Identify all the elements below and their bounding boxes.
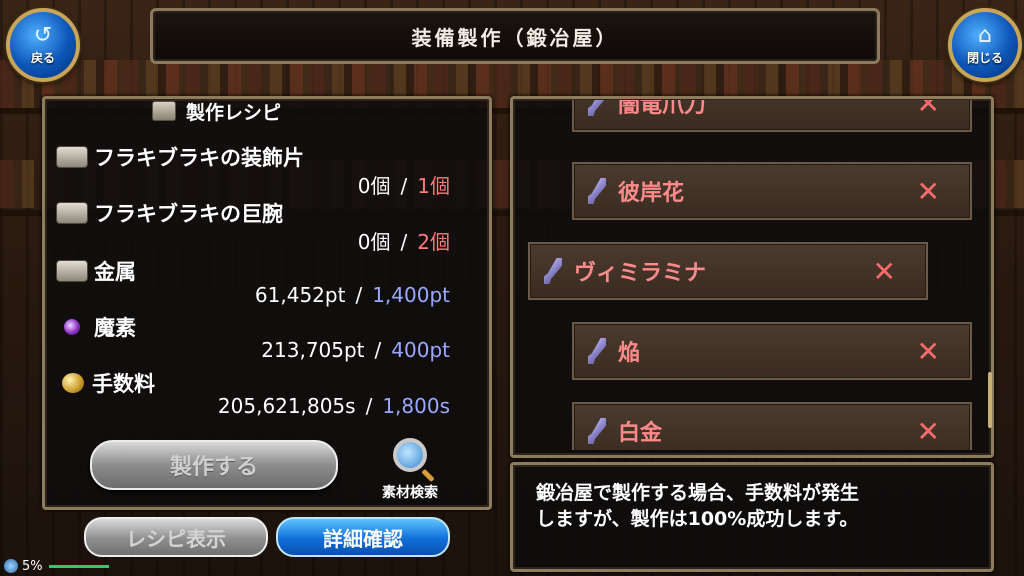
material-label: 魔素 [94,316,136,340]
item-name: 焔 [618,341,641,366]
orb-icon [64,319,80,335]
battery-icon [4,559,18,573]
back-button[interactable]: ↺ 戻る [6,8,80,82]
unavailable-mark: ✕ [916,100,940,120]
separator: / [374,338,382,362]
material-amount: 0個 / 2個 [358,226,450,255]
separator: / [400,230,408,254]
info-message-line: 鍛冶屋で製作する場合、手数料が発生 [536,482,860,504]
material-amount: 61,452pt / 1,400pt [255,283,450,307]
item-name: 彼岸花 [618,181,685,206]
required-amount: 400pt [391,338,450,362]
battery-bar [48,564,109,568]
unavailable-mark: ✕ [916,414,940,448]
home-icon: ⌂ [978,22,992,48]
item-name: ヴィミラミナ [574,261,707,286]
material-name: 金属 [56,256,136,286]
make-button[interactable]: 製作する [90,440,338,490]
material-amount: 205,621,805s / 1,800s [218,394,450,418]
required-amount: 1,400pt [372,283,450,307]
owned-amount: 0個 [357,174,391,198]
material-name: フラキブラキの巨腕 [56,198,283,228]
required-amount: 1個 [417,174,450,198]
list-item[interactable]: 闇竜爪刀 ✕ [572,100,972,132]
owned-amount: 61,452pt [254,283,346,307]
anvil-icon [152,101,176,121]
list-item[interactable]: 焔 ✕ [572,322,972,380]
battery-level: 5% [22,558,43,574]
ingot-icon [56,202,88,224]
separator: / [355,283,363,307]
owned-amount: 205,621,805s [217,394,356,418]
magnifier-icon [393,438,427,472]
list-item-selected[interactable]: ヴィミラミナ ✕ [528,242,928,300]
material-name: フラキブラキの装飾片 [56,142,304,172]
back-arrow-icon: ↺ [33,22,53,48]
owned-amount: 0個 [357,230,391,254]
back-label: 戻る [30,50,55,65]
required-amount: 2個 [417,230,450,254]
coin-icon [62,373,84,393]
close-label: 閉じる [966,50,1003,65]
material-name: 魔素 [56,312,136,342]
page-title: 装備製作（鍛冶屋） [150,8,880,64]
sword-icon [588,418,606,444]
info-message-line: しますが、製作は100%成功します。 [536,508,859,530]
info-message: 鍛冶屋で製作する場合、手数料が発生 しますが、製作は100%成功します。 [536,480,976,532]
material-label: フラキブラキの巨腕 [94,202,283,226]
recipe-heading: 製作レシピ [152,96,281,126]
unavailable-mark: ✕ [916,334,940,368]
recipe-heading-label: 製作レシピ [186,101,282,124]
unavailable-mark: ✕ [916,174,940,208]
separator: / [400,174,408,198]
close-button[interactable]: ⌂ 閉じる [948,8,1022,82]
sword-icon [588,178,606,204]
unavailable-mark: ✕ [872,254,896,288]
item-name: 白金 [618,421,663,446]
sword-icon [588,100,606,116]
list-scrollbar[interactable] [988,372,992,428]
material-name: 手数料 [56,368,155,398]
equipment-list[interactable]: 闇竜爪刀 ✕ 彼岸花 ✕ ヴィミラミナ ✕ 焔 ✕ 白金 ✕ [514,100,982,450]
material-search-button[interactable]: 素材検索 [370,438,450,501]
battery-status: 5% [0,556,109,576]
material-amount: 213,705pt / 400pt [261,338,450,362]
detail-check-button[interactable]: 詳細確認 [276,517,450,557]
material-label: フラキブラキの装飾片 [94,146,304,170]
ingot-icon [56,146,88,168]
list-item[interactable]: 白金 ✕ [572,402,972,450]
ingot-icon [56,260,88,282]
material-label: 金属 [94,260,136,284]
recipe-view-button[interactable]: レシピ表示 [84,517,268,557]
item-name: 闇竜爪刀 [618,100,707,118]
required-amount: 1,800s [382,394,450,418]
list-item[interactable]: 彼岸花 ✕ [572,162,972,220]
material-search-label: 素材検索 [382,485,438,501]
material-label: 手数料 [92,372,155,396]
separator: / [365,394,373,418]
sword-icon [588,338,606,364]
material-amount: 0個 / 1個 [358,170,450,199]
sword-icon [544,258,562,284]
owned-amount: 213,705pt [261,338,365,362]
